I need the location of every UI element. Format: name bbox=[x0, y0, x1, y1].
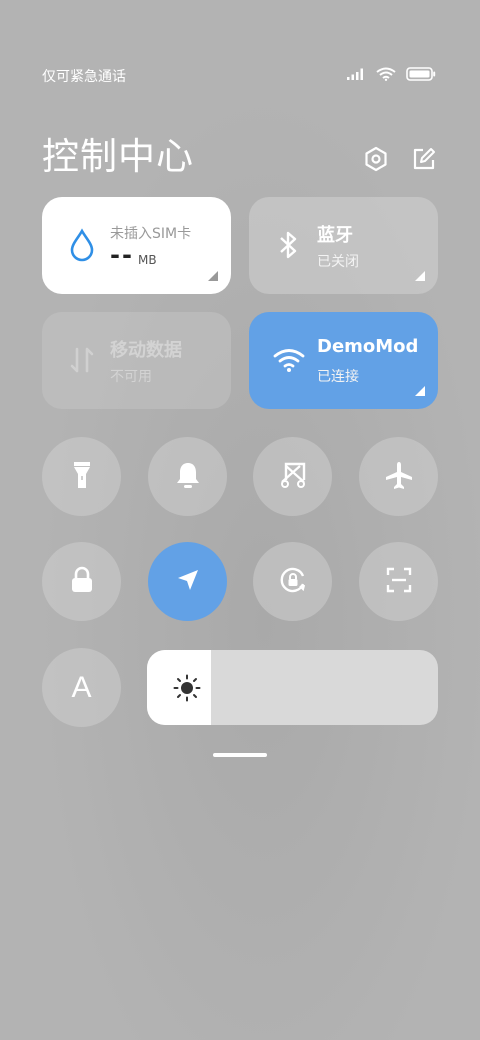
expand-corner-icon bbox=[208, 271, 218, 281]
sim-label: 未插入SIM卡 bbox=[110, 226, 192, 242]
sim-unit: MB bbox=[138, 253, 157, 267]
rotation-lock-icon bbox=[277, 564, 309, 600]
wifi-tile[interactable]: DemoMod 已连接 bbox=[249, 312, 438, 409]
bluetooth-tile[interactable]: 蓝牙 已关闭 bbox=[249, 197, 438, 294]
wifi-icon bbox=[376, 66, 396, 85]
wifi-status: 已连接 bbox=[317, 369, 359, 385]
bluetooth-status: 已关闭 bbox=[317, 254, 359, 270]
page-title: 控制中心 bbox=[42, 135, 194, 178]
lock-icon bbox=[69, 565, 95, 599]
font-size-label: A bbox=[71, 670, 92, 704]
brightness-slider[interactable] bbox=[147, 650, 438, 725]
lock-screen-toggle[interactable] bbox=[42, 542, 121, 621]
data-transfer-icon bbox=[66, 342, 98, 378]
edit-icon[interactable] bbox=[411, 146, 437, 172]
airplane-toggle[interactable] bbox=[359, 437, 438, 516]
mobile-data-label: 移动数据 bbox=[110, 340, 182, 361]
expand-corner-icon bbox=[415, 271, 425, 281]
wifi-label: DemoMod bbox=[317, 336, 419, 357]
rotation-lock-toggle[interactable] bbox=[253, 542, 332, 621]
screenshot-icon bbox=[278, 460, 308, 494]
font-size-button[interactable]: A bbox=[42, 648, 121, 727]
mobile-data-tile[interactable]: 移动数据 不可用 bbox=[42, 312, 231, 409]
flashlight-toggle[interactable] bbox=[42, 437, 121, 516]
bluetooth-label: 蓝牙 bbox=[317, 225, 353, 246]
sim-tile[interactable]: 未插入SIM卡 -- MB bbox=[42, 197, 231, 294]
mobile-data-status: 不可用 bbox=[110, 369, 152, 385]
bluetooth-icon bbox=[273, 227, 305, 263]
flashlight-icon bbox=[69, 460, 95, 494]
scanner-toggle[interactable] bbox=[359, 542, 438, 621]
status-carrier-text: 仅可紧急通话 bbox=[42, 69, 126, 85]
bell-icon bbox=[174, 460, 202, 494]
battery-icon bbox=[406, 66, 436, 85]
scan-icon bbox=[385, 566, 413, 598]
settings-icon[interactable] bbox=[363, 146, 389, 172]
wifi-icon bbox=[273, 342, 305, 378]
water-drop-icon bbox=[66, 227, 98, 263]
location-toggle[interactable] bbox=[148, 542, 227, 621]
screenshot-toggle[interactable] bbox=[253, 437, 332, 516]
signal-icon bbox=[346, 66, 366, 85]
location-icon bbox=[174, 566, 202, 598]
silent-toggle[interactable] bbox=[148, 437, 227, 516]
airplane-icon bbox=[384, 460, 414, 494]
sim-value: -- bbox=[110, 241, 134, 269]
status-icons bbox=[346, 66, 436, 85]
expand-corner-icon bbox=[415, 386, 425, 396]
dismiss-handle[interactable] bbox=[213, 753, 267, 757]
brightness-icon bbox=[173, 674, 201, 706]
